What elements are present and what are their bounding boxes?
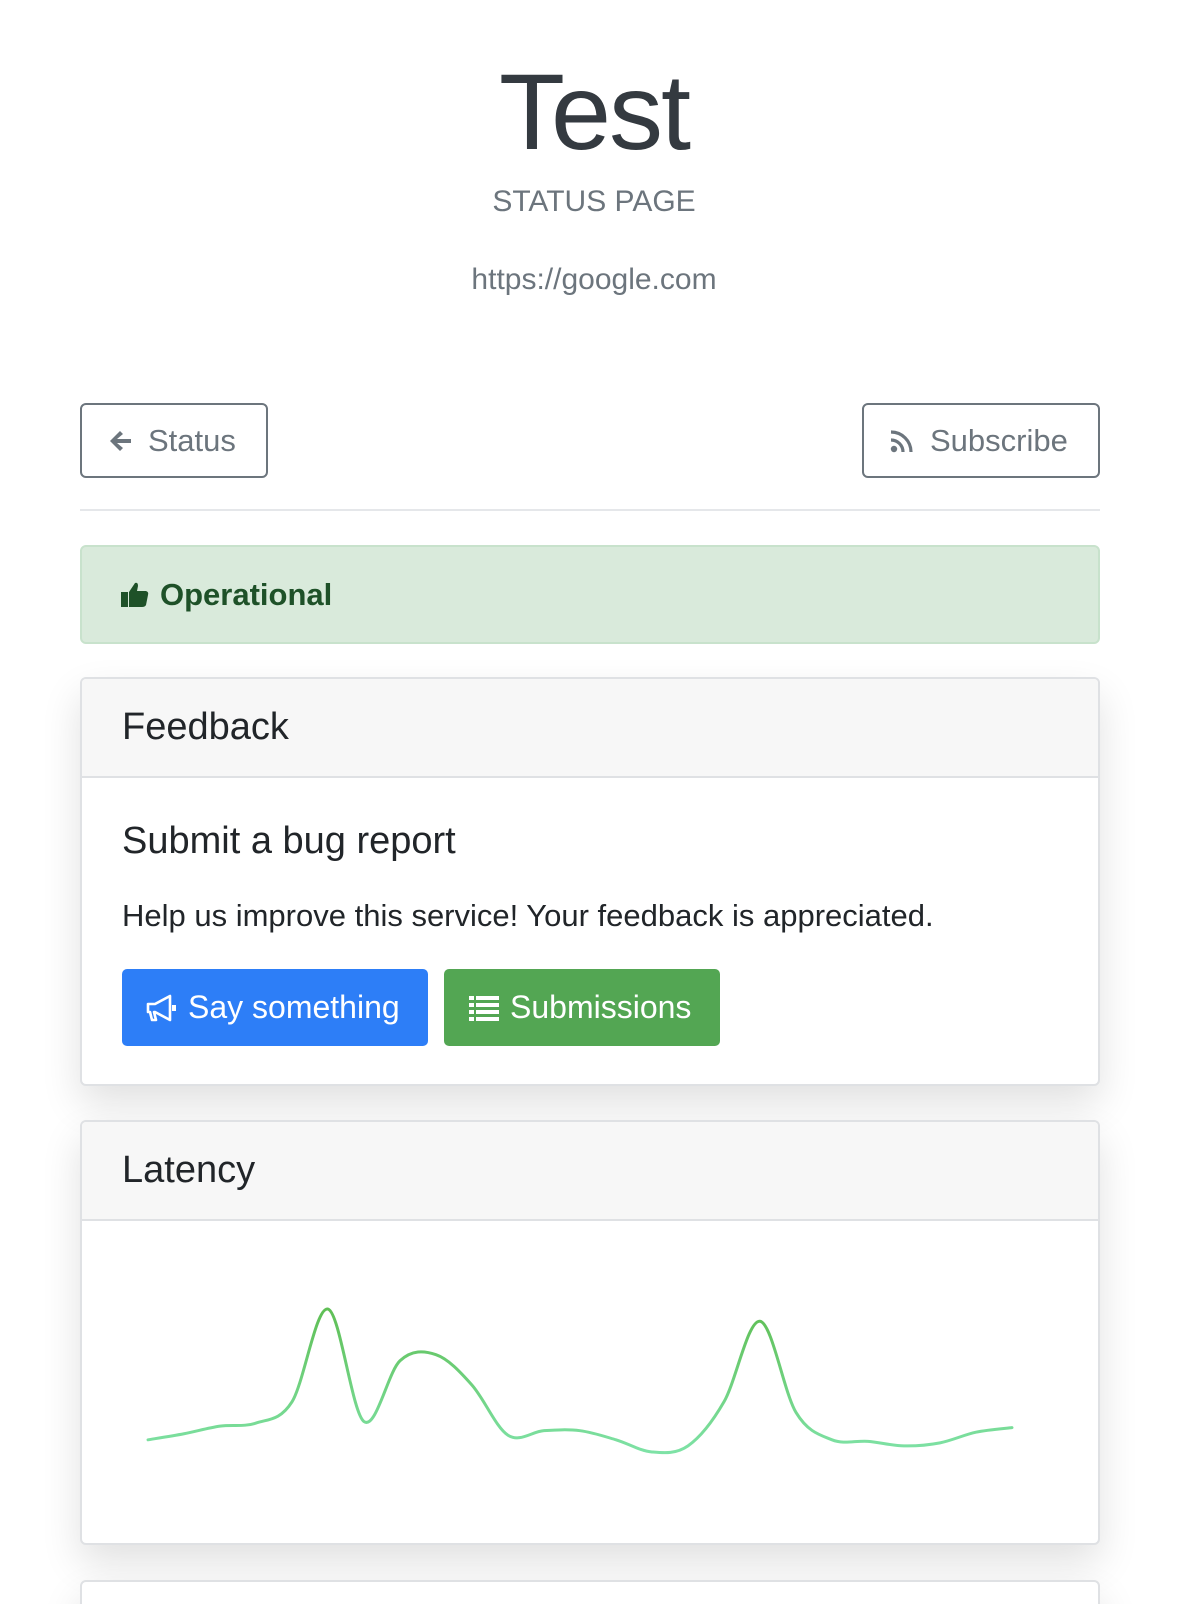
- latency-chart: [146, 1307, 1014, 1455]
- back-to-status-button[interactable]: Status: [80, 403, 268, 478]
- next-card: [80, 1580, 1100, 1604]
- list-icon: [469, 995, 499, 1021]
- bullhorn-icon: [146, 994, 176, 1021]
- arrow-left-icon: [110, 430, 131, 451]
- status-page: Test STATUS PAGE https://google.com Stat…: [0, 0, 1188, 1604]
- feedback-card: Feedback Submit a bug report Help us imp…: [80, 677, 1100, 1086]
- latency-chart-area: [82, 1221, 1098, 1543]
- latency-card-title: Latency: [82, 1122, 1098, 1221]
- header-divider: [80, 509, 1100, 511]
- status-label: Operational: [160, 576, 333, 612]
- status-banner: Operational: [80, 545, 1100, 644]
- subscribe-button[interactable]: Subscribe: [862, 403, 1100, 478]
- latency-card: Latency: [80, 1120, 1100, 1545]
- service-url: https://google.com: [471, 263, 717, 296]
- thumbs-up-icon: [121, 582, 149, 607]
- feedback-text: Help us improve this service! Your feedb…: [122, 898, 934, 933]
- submissions-label: Submissions: [510, 989, 692, 1025]
- feedback-heading: Submit a bug report: [122, 820, 456, 862]
- rss-icon: [890, 429, 913, 452]
- page-title: Test: [498, 51, 691, 172]
- say-something-button[interactable]: Say something: [122, 969, 428, 1046]
- say-something-label: Say something: [188, 989, 400, 1025]
- feedback-card-title: Feedback: [82, 679, 1098, 778]
- subscribe-label: Subscribe: [930, 422, 1068, 458]
- submissions-button[interactable]: Submissions: [444, 969, 720, 1046]
- latency-series-line: [146, 1307, 1014, 1455]
- page-subtitle: STATUS PAGE: [492, 185, 696, 218]
- back-to-status-label: Status: [148, 422, 236, 458]
